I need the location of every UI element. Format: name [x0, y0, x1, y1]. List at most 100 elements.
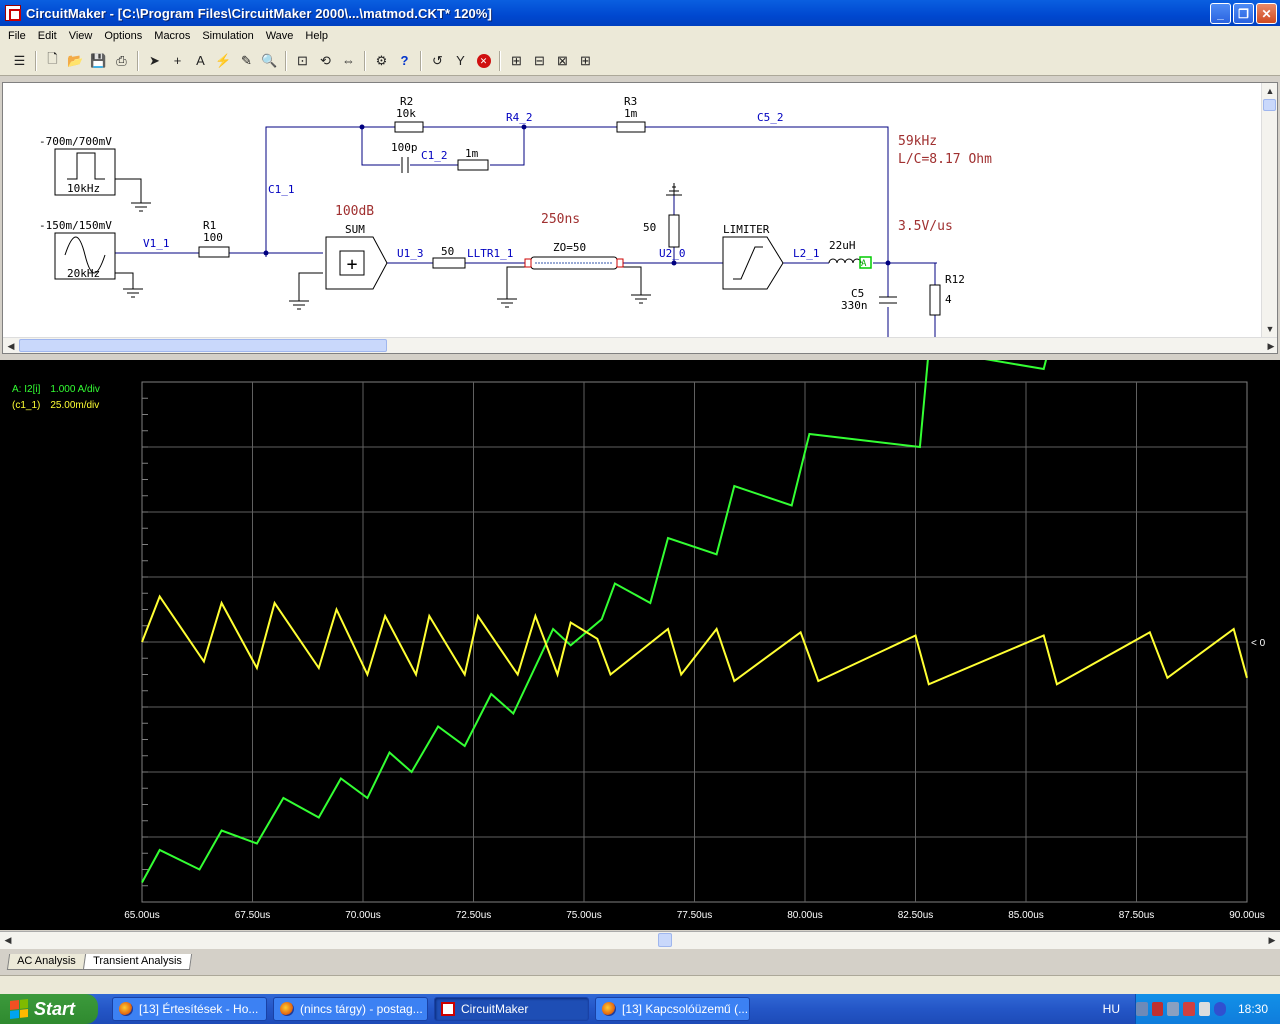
net-lltr1-1-label: LLTR1_1 [467, 247, 513, 260]
scroll-right-icon[interactable]: ▶ [1263, 338, 1277, 353]
antivirus-icon[interactable] [1167, 1002, 1179, 1016]
language-indicator[interactable]: HU [1103, 1002, 1120, 1016]
firefox-icon [119, 1002, 133, 1016]
maximize-button[interactable]: ❐ [1233, 3, 1254, 24]
x-tick-label: 70.00us [345, 910, 381, 921]
zoom-icon[interactable]: 🔍 [258, 50, 281, 72]
simulate-icon[interactable]: ⚙ [370, 50, 393, 72]
reset-icon[interactable]: Y [449, 50, 472, 72]
close-button[interactable]: ✕ [1256, 3, 1277, 24]
start-button[interactable]: Start [0, 994, 98, 1024]
arrow-tool-icon[interactable]: ➤ [143, 50, 166, 72]
taskbar-item-circuitmaker[interactable]: CircuitMaker [434, 997, 589, 1021]
scope-icon[interactable]: ⊞ [574, 50, 597, 72]
net-v1-1-label: V1_1 [143, 237, 170, 250]
lc-annotation: L/C=8.17 Ohm [898, 152, 992, 167]
zoom-fit-icon[interactable]: ⊡ [291, 50, 314, 72]
tab-transient-analysis[interactable]: Transient Analysis [82, 954, 192, 970]
windows-logo-icon [10, 999, 28, 1019]
x-tick-label: 65.00us [124, 910, 160, 921]
taskbar-item-firefox-1[interactable]: [13] Értesítések - Ho... [112, 997, 267, 1021]
minimize-button[interactable]: _ [1210, 3, 1231, 24]
vertical-scroll-thumb[interactable] [1263, 99, 1276, 111]
net-l2-1-label: L2_1 [793, 247, 820, 260]
bluetooth-icon[interactable] [1214, 1002, 1226, 1016]
text-tool-icon[interactable]: A [189, 50, 212, 72]
net-u1-3-label: U1_3 [397, 247, 424, 260]
probe-a-label[interactable]: A [861, 259, 867, 269]
update-icon[interactable] [1183, 1002, 1195, 1016]
scroll-left-icon[interactable]: ◀ [3, 338, 19, 353]
source1-freq-label: 10kHz [67, 182, 100, 195]
schematic-diagram: + -700m/700mV 10kHz -150m/150mV 20kHz R1… [39, 95, 992, 337]
taskbar-item-firefox-2[interactable]: (nincs tárgy) - postag... [273, 997, 428, 1021]
zero-marker-label: < 0 [1251, 638, 1266, 649]
scroll-down-icon[interactable]: ▼ [1262, 321, 1277, 337]
menu-file[interactable]: File [2, 30, 32, 42]
menu-edit[interactable]: Edit [32, 30, 63, 42]
analysis-tabs: AC Analysis Transient Analysis [0, 954, 1280, 972]
menu-view[interactable]: View [63, 30, 99, 42]
sum-block-label: SUM [345, 223, 365, 236]
title-bar: CircuitMaker - [C:\Program Files\Circuit… [0, 0, 1280, 26]
waveform-plot[interactable]: < 0 65.00us 67.50us 70.00us 72.50us 75.00us 77… [0, 360, 1280, 930]
print-icon[interactable]: ⎙ [110, 50, 133, 72]
r3-value-label: 1m [624, 107, 638, 120]
impedance-label: ZO=50 [553, 241, 586, 254]
schematic-horizontal-scrollbar[interactable]: ◀ ▶ [3, 337, 1277, 353]
step-icon[interactable]: ⊟ [528, 50, 551, 72]
source2-range-label: -150m/150mV [39, 219, 112, 232]
waveform-horizontal-scrollbar[interactable]: ◀ ▶ [0, 931, 1280, 949]
new-icon[interactable]: 🗋 [41, 50, 64, 72]
trace-icon[interactable]: ⊠ [551, 50, 574, 72]
horizontal-scroll-thumb[interactable] [19, 339, 387, 352]
wave-scroll-right-icon[interactable]: ▶ [1264, 932, 1280, 948]
x-tick-label: 87.50us [1119, 910, 1155, 921]
network-icon[interactable] [1136, 1002, 1148, 1016]
series-resistor-value-label: 50 [441, 245, 454, 258]
net-c5-2-label: C5_2 [757, 111, 784, 124]
wire-tool-icon[interactable]: + [166, 50, 189, 72]
mirror-icon[interactable]: ⇔ [337, 50, 360, 72]
inductor-value-label: 22uH [829, 239, 856, 252]
schematic-canvas[interactable]: + -700m/700mV 10kHz -150m/150mV 20kHz R1… [2, 82, 1278, 354]
circuitmaker-icon [441, 1002, 455, 1016]
x-tick-label: 80.00us [787, 910, 823, 921]
r12-value-label: 4 [945, 293, 952, 306]
firefox-icon [280, 1002, 294, 1016]
pan-tool-icon[interactable]: ✎ [235, 50, 258, 72]
circuitmaker-app-icon[interactable] [5, 5, 21, 21]
shunt-resistor-value-label: 50 [643, 221, 656, 234]
save-icon[interactable]: 💾 [87, 50, 110, 72]
scroll-up-icon[interactable]: ▲ [1262, 83, 1277, 99]
x-tick-label: 77.50us [677, 910, 713, 921]
wave-scroll-left-icon[interactable]: ◀ [0, 932, 16, 948]
c5-value-label: 330n [841, 299, 868, 312]
menu-help[interactable]: Help [299, 30, 334, 42]
menu-wave[interactable]: Wave [260, 30, 300, 42]
security-shield-icon[interactable] [1151, 1002, 1164, 1016]
schematic-vertical-scrollbar[interactable]: ▲ ▼ [1261, 83, 1277, 337]
undo-icon[interactable]: ↺ [426, 50, 449, 72]
slew-annotation: 3.5V/us [898, 219, 953, 234]
probe-tool-icon[interactable]: ⚡ [212, 50, 235, 72]
menu-simulation[interactable]: Simulation [196, 30, 259, 42]
stop-icon[interactable]: ✕ [472, 50, 495, 72]
taskbar-item-firefox-3[interactable]: [13] Kapcsolóüzemű (... [595, 997, 750, 1021]
menu-options[interactable]: Options [98, 30, 148, 42]
tab-ac-analysis[interactable]: AC Analysis [6, 954, 86, 970]
run-icon[interactable]: ⊞ [505, 50, 528, 72]
wave-scroll-thumb[interactable] [658, 933, 672, 947]
help-icon[interactable]: ? [393, 50, 416, 72]
firefox-icon [602, 1002, 616, 1016]
menu-macros[interactable]: Macros [148, 30, 196, 42]
waveform-window[interactable]: A: I2[i] 1.000 A/div (c1_1) 25.00m/div <… [0, 360, 1280, 930]
net-c1-2-label: C1_2 [421, 149, 448, 162]
volume-icon[interactable] [1198, 1002, 1211, 1016]
r2-value-label: 10k [396, 107, 416, 120]
hierarchy-icon[interactable]: ☰ [8, 50, 31, 72]
c1-res-value-label: 1m [465, 147, 479, 160]
toolbar: ☰ 🗋 📂 💾 ⎙ ➤ + A ⚡ ✎ 🔍 ⊡ ⟲ ⇔ ⚙ ? ↺ Y ✕ ⊞ … [0, 46, 1280, 76]
open-icon[interactable]: 📂 [64, 50, 87, 72]
rotate-icon[interactable]: ⟲ [314, 50, 337, 72]
